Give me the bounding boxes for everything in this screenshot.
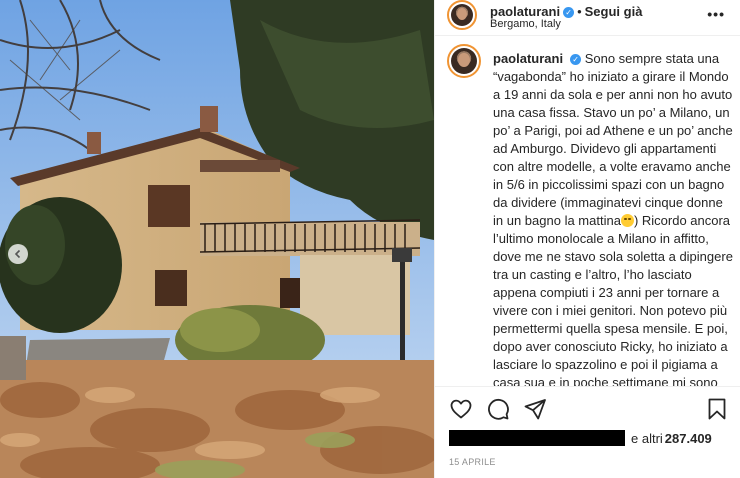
likes-number: 287.409: [664, 430, 712, 446]
post-panel: paolaturani ✓ • Segui già Bergamo, Italy ••…: [434, 0, 740, 478]
bookmark-icon[interactable]: [705, 397, 729, 421]
caption-area[interactable]: paolaturani ✓ Sono sempre stata una “vaga…: [435, 36, 740, 386]
comment-icon[interactable]: [486, 397, 510, 421]
post-location[interactable]: Bergamo, Italy: [490, 18, 561, 30]
caption-text-continued: ) Ricordo ancora l’ultimo monolocale a M…: [493, 213, 733, 386]
send-icon[interactable]: [523, 397, 547, 421]
post-actions: e altri 287.409 15 APRILE: [435, 386, 740, 478]
post-photo: [0, 0, 434, 478]
likes-prefix: e altri: [631, 430, 663, 446]
chevron-left-icon: [13, 249, 23, 259]
following-button[interactable]: Segui già: [585, 4, 643, 19]
caption-username[interactable]: paolaturani: [493, 51, 563, 66]
author-avatar[interactable]: [447, 0, 477, 30]
caption-author-avatar[interactable]: [447, 44, 481, 78]
grinning-sweat-emoji-icon: [620, 214, 634, 227]
villa-photo-illustration: [0, 0, 434, 478]
likes-count[interactable]: e altri 287.409: [631, 431, 712, 446]
verified-badge-icon: ✓: [570, 54, 582, 65]
post-caption: paolaturani ✓ Sono sempre stata una “vaga…: [493, 50, 733, 386]
post-date[interactable]: 15 APRILE: [449, 457, 496, 467]
verified-badge-icon: ✓: [563, 7, 575, 18]
post-header: paolaturani ✓ • Segui già Bergamo, Italy ••…: [435, 0, 740, 36]
separator-dot: •: [577, 4, 582, 19]
heart-icon[interactable]: [449, 397, 473, 421]
caption-text: Sono sempre stata una “vagabonda” ho ini…: [493, 51, 733, 228]
author-username[interactable]: paolaturani: [490, 4, 560, 19]
redacted-liker-name: [449, 430, 625, 446]
likes-row[interactable]: e altri 287.409: [449, 430, 712, 446]
previous-photo-button[interactable]: [8, 244, 28, 264]
more-options-button[interactable]: •••: [707, 6, 725, 22]
